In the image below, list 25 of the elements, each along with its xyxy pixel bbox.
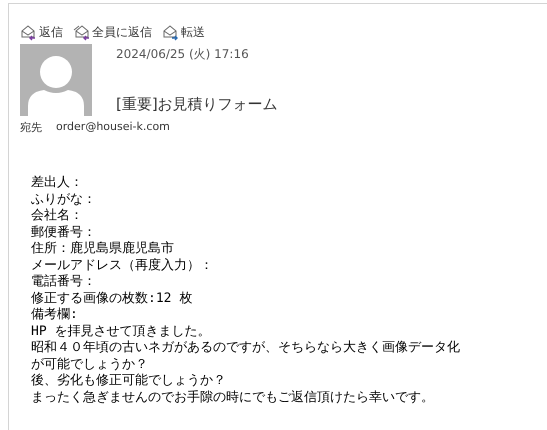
body-line: 備考欄: xyxy=(31,307,79,324)
subject: [重要]お見積りフォーム xyxy=(116,95,278,114)
body-line: 郵便番号： xyxy=(31,224,97,241)
body-line: が可能でしょうか？ xyxy=(31,356,149,373)
forward-button[interactable]: 転送 xyxy=(162,24,205,40)
avatar-icon xyxy=(20,44,92,116)
reply-button[interactable]: 返信 xyxy=(20,24,63,40)
body-line: ふりがな： xyxy=(31,192,97,208)
body-line: HP を拝見させて頂きました。 xyxy=(31,324,212,340)
body-line: 後、劣化も修正可能でしょうか？ xyxy=(31,373,227,390)
reply-all-button[interactable]: 全員に返信 xyxy=(73,24,152,40)
to-label: 宛先 xyxy=(20,120,42,135)
recipient-address: order@housei-k.com xyxy=(56,120,170,135)
sent-date: 2024/06/25 (火) 17:16 xyxy=(116,46,250,63)
body-line: 電話番号： xyxy=(31,274,97,290)
envelope-icon xyxy=(73,24,90,40)
body-line: 住所：鹿児島県鹿児島市 xyxy=(31,241,175,258)
body-line: 差出人： xyxy=(31,175,84,192)
body-line: 修正する画像の枚数:12 枚 xyxy=(31,290,194,307)
envelope-icon xyxy=(20,24,37,40)
body-line: 昭和４０年頃の古いネガがあるのですが、そちらなら大きく画像データ化 xyxy=(31,340,461,356)
body-line: メールアドレス（再度入力）： xyxy=(31,258,214,274)
body-line: まったく急ぎませんのでお手隙の時にでもご返信頂けたら幸いです。 xyxy=(31,390,435,406)
body-line: 会社名： xyxy=(31,208,84,224)
envelope-icon xyxy=(162,24,179,40)
